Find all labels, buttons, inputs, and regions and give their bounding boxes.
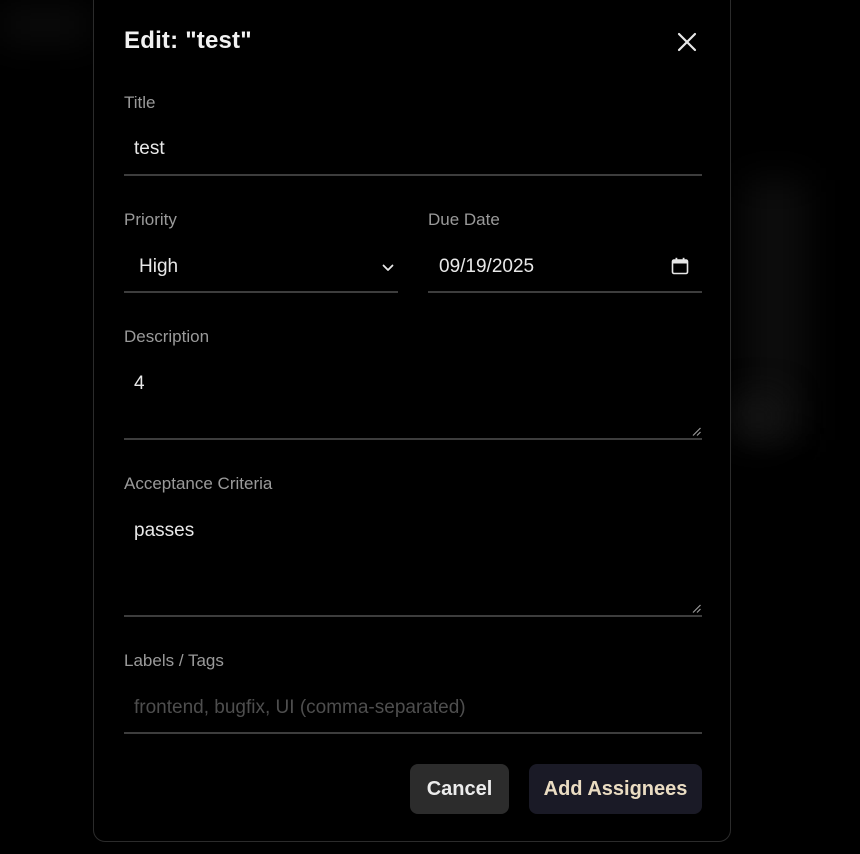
- due-date-input[interactable]: 09/19/2025: [428, 243, 702, 293]
- background-blur: [0, 10, 90, 40]
- acceptance-criteria-textarea[interactable]: passes: [124, 507, 702, 617]
- title-value: test: [134, 138, 165, 159]
- dialog-title: Edit: "test": [124, 27, 252, 54]
- labels-tags-label: Labels / Tags: [124, 651, 224, 670]
- labels-tags-placeholder: frontend, bugfix, UI (comma-separated): [134, 697, 466, 718]
- chevron-down-icon: [382, 264, 394, 271]
- resize-handle-icon[interactable]: [692, 604, 701, 613]
- close-icon: [677, 32, 697, 52]
- calendar-icon[interactable]: [671, 257, 689, 275]
- due-date-label: Due Date: [428, 210, 500, 229]
- cancel-button[interactable]: Cancel: [410, 764, 509, 814]
- acceptance-criteria-value: passes: [134, 520, 195, 541]
- close-button[interactable]: [674, 29, 700, 55]
- add-assignees-button[interactable]: Add Assignees: [529, 764, 702, 814]
- priority-select[interactable]: High: [124, 243, 398, 293]
- priority-value: High: [139, 256, 179, 277]
- priority-label: Priority: [124, 210, 177, 229]
- description-label: Description: [124, 327, 210, 346]
- title-input[interactable]: test: [124, 125, 702, 176]
- due-date-value: 09/19/2025: [439, 256, 535, 277]
- description-textarea[interactable]: 4: [124, 360, 702, 440]
- labels-tags-input[interactable]: frontend, bugfix, UI (comma-separated): [124, 684, 702, 734]
- title-label: Title: [124, 93, 156, 112]
- acceptance-criteria-label: Acceptance Criteria: [124, 474, 273, 493]
- resize-handle-icon[interactable]: [692, 427, 701, 436]
- edit-task-dialog: Edit: "test" Title test Priority High Du…: [93, 0, 731, 842]
- background-blur: [735, 400, 780, 435]
- description-value: 4: [134, 373, 145, 394]
